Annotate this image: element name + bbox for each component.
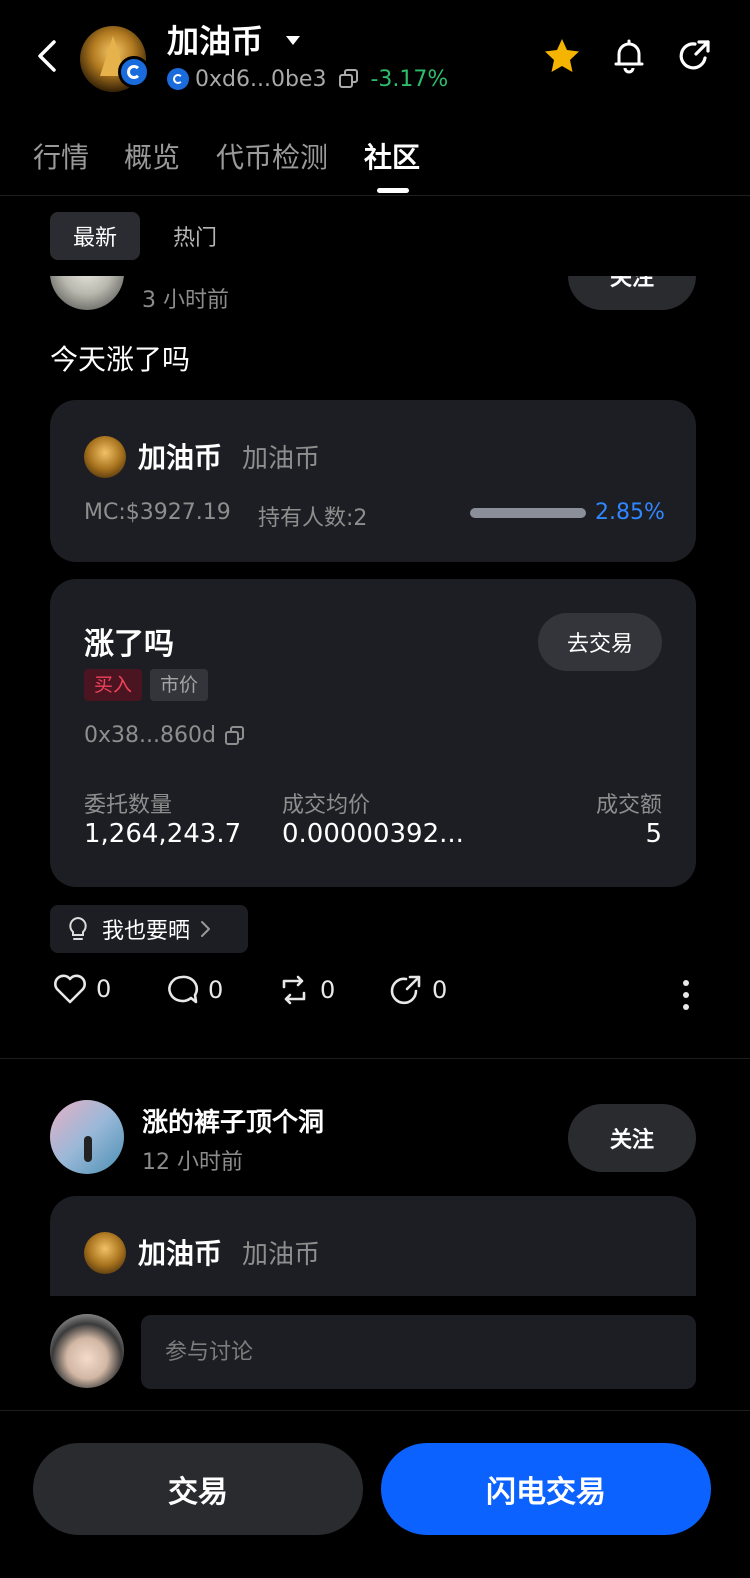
filter-hot[interactable]: 热门: [150, 212, 240, 260]
follow-button[interactable]: 关注: [568, 276, 696, 310]
progress-fill: [470, 508, 586, 518]
tab-active-indicator: [377, 188, 409, 193]
comment-action[interactable]: 0: [164, 973, 223, 1007]
bonding-progress-bar: [470, 508, 586, 518]
repost-icon: [282, 975, 306, 1005]
trade-address: 0x38...860d: [84, 723, 216, 748]
amount-label: 成交额: [595, 793, 662, 818]
comment-bar: [0, 1296, 750, 1410]
share-count: 0: [432, 976, 448, 1004]
flash-trade-button[interactable]: 闪电交易: [381, 1443, 711, 1535]
token-card-symbol: 加油币: [242, 444, 321, 474]
post-author-avatar[interactable]: [50, 1100, 124, 1174]
share-icon[interactable]: [675, 36, 715, 76]
post-divider: [0, 1058, 750, 1059]
token-name[interactable]: 加油币: [167, 20, 263, 62]
amount-value: 5: [645, 819, 662, 849]
repost-action[interactable]: 0: [276, 973, 335, 1007]
chain-icon: [167, 68, 189, 90]
token-card-name: 加油币: [138, 441, 223, 474]
order-qty-label: 委托数量: [84, 793, 173, 818]
share-icon: [390, 975, 421, 1005]
chain-badge-icon: [118, 56, 150, 88]
repost-count: 0: [320, 976, 336, 1004]
price-change: -3.17%: [370, 66, 449, 92]
copy-icon[interactable]: [338, 68, 360, 90]
follow-button[interactable]: 关注: [568, 1104, 696, 1172]
star-icon[interactable]: [542, 36, 582, 76]
comment-icon: [168, 975, 199, 1004]
trade-address-row: 0x38...860d: [84, 723, 246, 748]
tab-community[interactable]: 社区: [364, 136, 420, 176]
tab-market[interactable]: 行情: [33, 136, 89, 176]
more-options-icon[interactable]: [676, 975, 696, 1015]
tab-bar: 行情 概览 代币检测 社区: [0, 128, 750, 196]
header: 加油币 0xd6...0be3 -3.17%: [0, 0, 750, 120]
show-off-label: 我也要晒: [102, 919, 191, 944]
avg-price-label: 成交均价: [282, 793, 371, 818]
post-author-avatar[interactable]: [50, 276, 124, 310]
post-time: 3 小时前: [142, 288, 229, 313]
token-card-symbol: 加油币: [242, 1240, 321, 1270]
token-card[interactable]: 加油币 加油币 MC:$3927.19 持有人数:2 2.85%: [50, 400, 696, 562]
holder-count: 持有人数:2: [258, 506, 368, 531]
like-action[interactable]: 0: [52, 973, 111, 1005]
token-dropdown-icon[interactable]: [286, 36, 300, 45]
post-time: 12 小时前: [142, 1150, 243, 1175]
token-address-row: 0xd6...0be3 -3.17%: [167, 64, 448, 94]
chevron-right-icon: [201, 921, 211, 937]
trade-button[interactable]: 交易: [33, 1443, 363, 1535]
progress-percent: 2.85%: [595, 500, 665, 525]
token-card-logo: [84, 436, 126, 478]
copy-icon[interactable]: [224, 725, 246, 747]
tab-token-check[interactable]: 代币检测: [216, 136, 328, 176]
avg-price-value: 0.00000392...: [282, 819, 464, 849]
trade-card: 涨了吗 去交易 买入 市价 0x38...860d 委托数量 1,264,243…: [50, 579, 696, 887]
token-card-name: 加油币: [138, 1237, 223, 1270]
go-trade-button[interactable]: 去交易: [538, 613, 662, 671]
show-off-button[interactable]: 我也要晒: [50, 905, 248, 953]
filter-latest[interactable]: 最新: [50, 212, 140, 260]
comment-input[interactable]: [141, 1315, 696, 1389]
share-action[interactable]: 0: [388, 973, 447, 1007]
back-arrow-icon[interactable]: [28, 36, 68, 76]
token-card-logo: [84, 1232, 126, 1274]
comment-count: 0: [208, 976, 224, 1004]
my-avatar[interactable]: [50, 1314, 124, 1388]
post-author-name[interactable]: 涨的裤子顶个洞: [142, 1102, 324, 1139]
post-actions: 0 0 0 0: [0, 973, 750, 1017]
community-feed: 关注 3 小时前 今天涨了吗 加油币 加油币 MC:$3927.19 持有人数:…: [0, 276, 750, 1296]
buy-tag: 买入: [84, 669, 143, 701]
token-card[interactable]: 加油币 加油币: [50, 1196, 696, 1296]
lightbulb-icon: [69, 916, 87, 940]
bell-icon[interactable]: [609, 36, 649, 76]
order-qty-value: 1,264,243.7: [84, 819, 242, 849]
heart-icon: [54, 974, 86, 1004]
post-text: 今天涨了吗: [50, 343, 191, 376]
like-count: 0: [96, 975, 112, 1003]
market-cap: MC:$3927.19: [84, 500, 231, 525]
trade-title: 涨了吗: [84, 627, 174, 662]
token-address: 0xd6...0be3: [195, 66, 327, 92]
tab-overview[interactable]: 概览: [124, 136, 180, 176]
market-tag: 市价: [150, 669, 209, 701]
bottom-action-bar: 交易 闪电交易: [0, 1410, 750, 1578]
